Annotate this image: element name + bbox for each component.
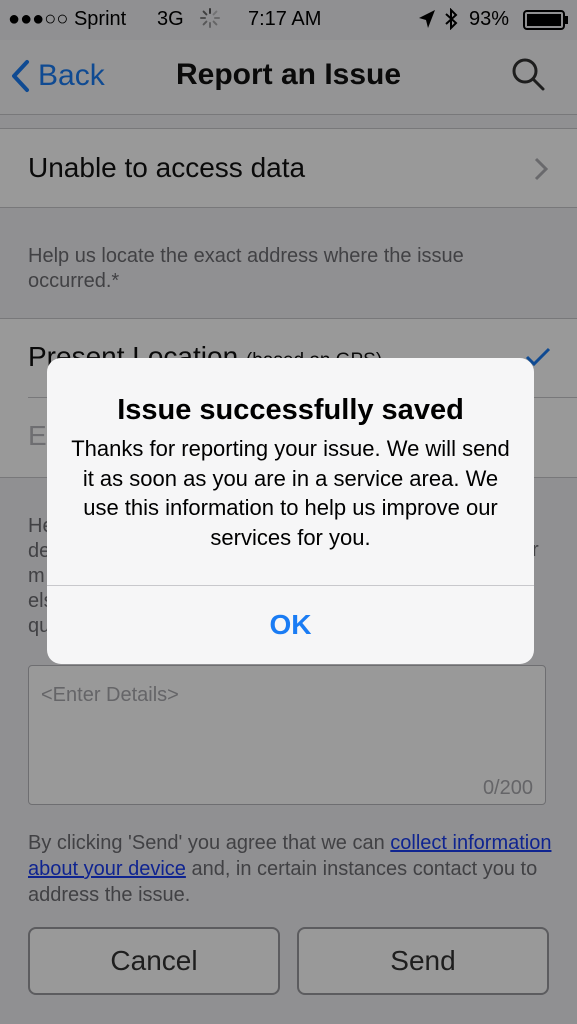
alert-title: Issue successfully saved <box>117 394 464 426</box>
alert-message: Thanks for reporting your issue. We will… <box>71 436 510 550</box>
ok-button[interactable]: OK <box>47 586 534 664</box>
success-alert-dialog: Issue successfully saved Thanks for repo… <box>47 358 534 664</box>
